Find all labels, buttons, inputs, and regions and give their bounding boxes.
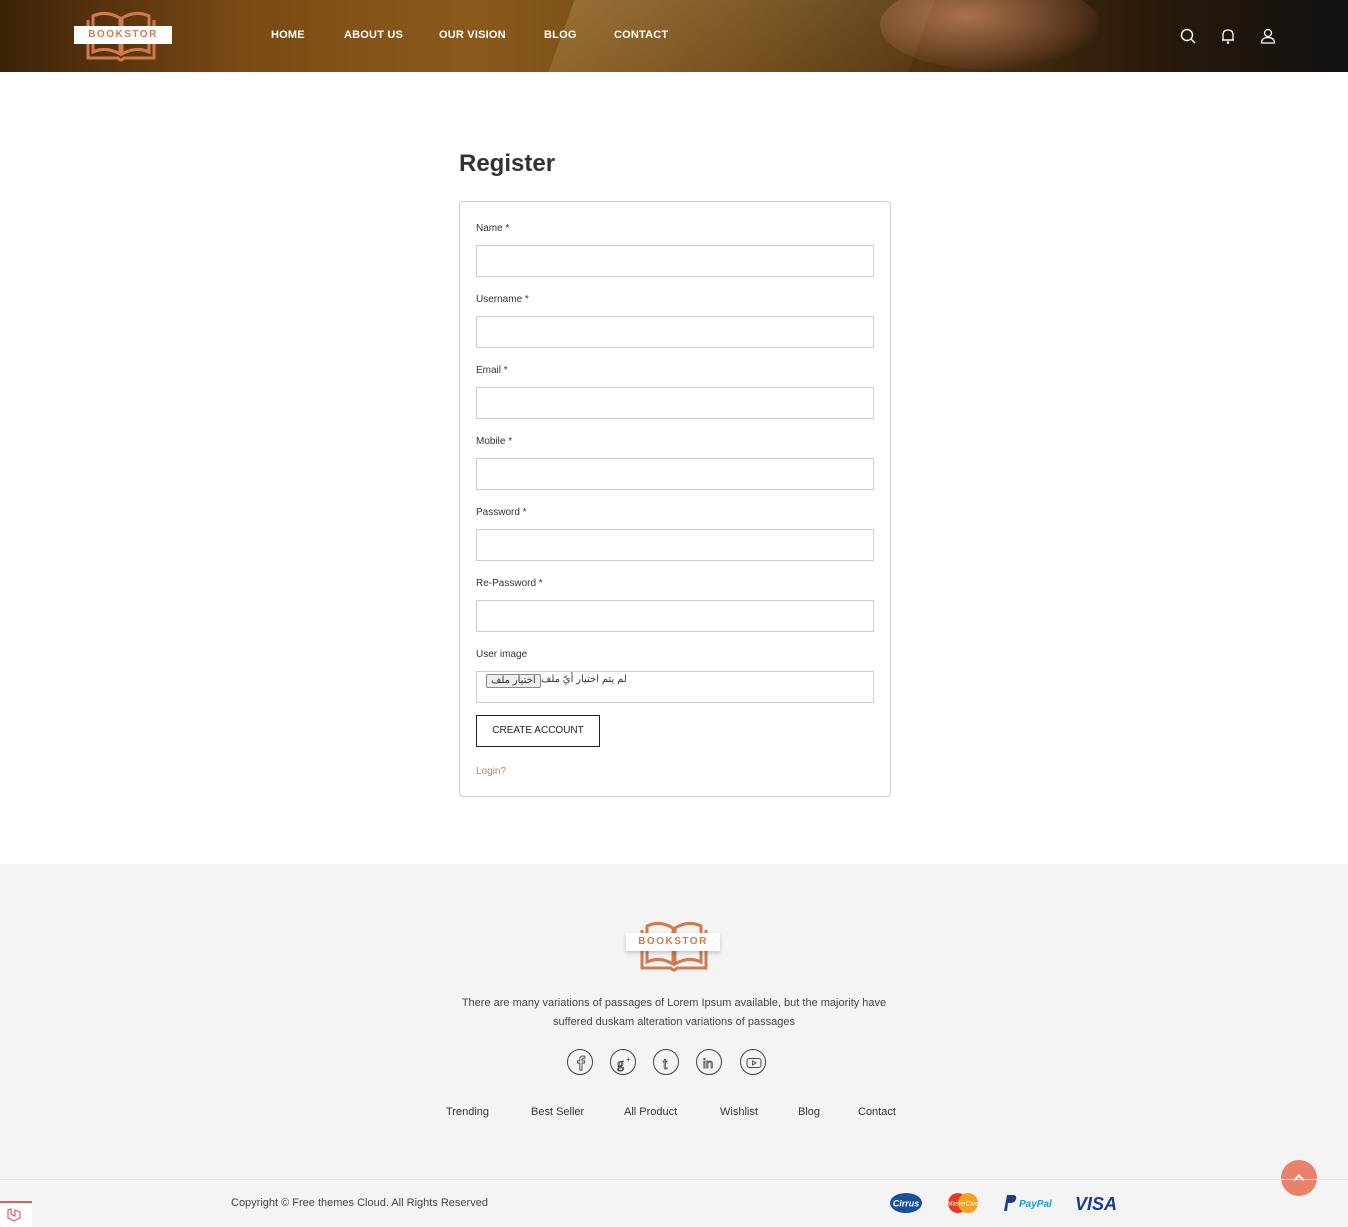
svg-text:in: in [703, 1056, 713, 1071]
google-plus-icon[interactable]: g + [610, 1049, 636, 1075]
nav-our-vision[interactable]: OUR VISION [439, 29, 506, 41]
name-field[interactable] [476, 245, 874, 277]
visa-icon: VISA [1074, 1192, 1120, 1219]
footer-logo-text: BOOKSTOR [626, 933, 720, 951]
login-link[interactable]: Login? [476, 766, 506, 777]
tumblr-icon[interactable]: t [653, 1049, 679, 1075]
bell-icon[interactable] [1219, 27, 1237, 45]
user-image-file-input: اختيار ملف لم يتم اختيار أيّ ملف [476, 671, 874, 703]
mastercard-label: MasterCard [947, 1202, 979, 1208]
header-background-page [541, 0, 939, 72]
footer-description-line: There are many variations of passages of… [461, 997, 887, 1009]
user-image-label: User image [476, 649, 528, 660]
youtube-icon[interactable] [740, 1049, 766, 1075]
footer-link-trending[interactable]: Trending [446, 1106, 489, 1118]
footer-description-line: suffered duskam alteration variations of… [553, 1016, 795, 1028]
username-field[interactable] [476, 316, 874, 348]
mobile-field[interactable] [476, 458, 874, 490]
linkedin-icon[interactable]: in [696, 1049, 722, 1075]
header-background-hand [880, 0, 1100, 70]
cirrus-icon: Cirrus [889, 1192, 923, 1219]
create-account-button[interactable]: CREATE ACCOUNT [476, 715, 600, 747]
footer-link-wishlist[interactable]: Wishlist [720, 1106, 758, 1118]
username-label: Username * [476, 294, 529, 305]
copyright-text: Copyright © Free themes Cloud. All Right… [231, 1197, 488, 1209]
mastercard-icon: MasterCard [945, 1192, 981, 1219]
nav-blog[interactable]: BLOG [544, 29, 577, 41]
name-label: Name * [476, 223, 510, 234]
page-title: Register [459, 150, 556, 177]
footer-logo[interactable]: BOOKSTOR [622, 916, 724, 972]
password-label: Password * [476, 507, 527, 518]
nav-about-us[interactable]: ABOUT US [344, 29, 403, 41]
register-form: Name * Username * Email * Mobile * Passw… [459, 201, 891, 797]
user-icon[interactable] [1259, 27, 1277, 45]
file-status-text: لم يتم اختيار أيّ ملف [541, 674, 627, 685]
footer-link-blog[interactable]: Blog [798, 1106, 820, 1118]
site-footer: BOOKSTOR There are many variations of pa… [0, 864, 1348, 1227]
laravel-debug-icon[interactable] [0, 1201, 32, 1227]
footer-description: There are many variations of passages of… [424, 994, 924, 1032]
chevron-up-icon [1293, 1174, 1305, 1182]
mobile-label: Mobile * [476, 436, 513, 447]
nav-home[interactable]: HOME [271, 29, 305, 41]
svg-text:g: g [617, 1057, 624, 1072]
paypal-icon: PayPal [1001, 1192, 1057, 1219]
svg-text:t: t [663, 1056, 668, 1072]
footer-divider [0, 1179, 1348, 1180]
email-label: Email * [476, 365, 508, 376]
visa-label: VISA [1075, 1194, 1117, 1214]
facebook-icon[interactable] [567, 1049, 593, 1075]
site-header: BOOKSTOR HOME ABOUT US OUR VISION BLOG C… [0, 0, 1348, 72]
footer-link-all-product[interactable]: All Product [624, 1106, 677, 1118]
re-password-field[interactable] [476, 600, 874, 632]
re-password-label: Re-Password * [476, 578, 543, 589]
svg-text:+: + [626, 1055, 631, 1064]
choose-file-button[interactable]: اختيار ملف [486, 674, 541, 688]
search-icon[interactable] [1179, 27, 1197, 45]
scroll-to-top-button[interactable] [1281, 1160, 1317, 1196]
nav-contact[interactable]: CONTACT [614, 29, 668, 41]
logo-text: BOOKSTOR [74, 26, 172, 44]
email-field[interactable] [476, 387, 874, 419]
paypal-label: PayPal [1019, 1199, 1052, 1210]
footer-link-contact[interactable]: Contact [858, 1106, 896, 1118]
cirrus-label: Cirrus [893, 1199, 920, 1209]
site-logo[interactable]: BOOKSTOR [74, 8, 172, 62]
password-field[interactable] [476, 529, 874, 561]
footer-link-best-seller[interactable]: Best Seller [531, 1106, 584, 1118]
